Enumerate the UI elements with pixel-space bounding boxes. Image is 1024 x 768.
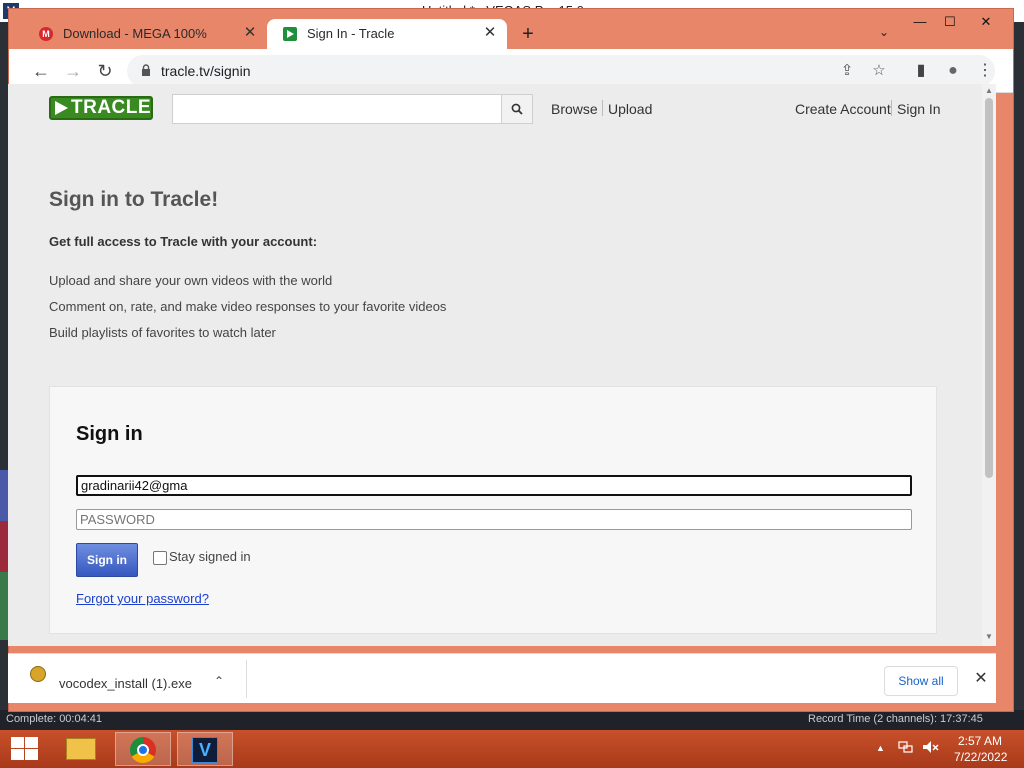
address-bar[interactable]: tracle.tv/signin ⇪ ☆ [127, 55, 995, 87]
tab-tracle-signin[interactable]: Sign In - Tracle ✕ [267, 19, 507, 49]
page-scrollbar[interactable]: ▲ ▼ [982, 84, 996, 646]
feature-item: Upload and share your own videos with th… [49, 273, 333, 288]
windows-logo-pane [25, 749, 38, 760]
vegas-status-bar: Complete: 00:04:41 Record Time (2 channe… [0, 710, 1024, 730]
tab-search-chevron-icon[interactable]: ⌄ [875, 25, 893, 43]
password-field[interactable] [76, 509, 912, 530]
maximize-button[interactable]: ☐ [935, 11, 965, 33]
signin-card-title: Sign in [76, 423, 143, 445]
site-search-input[interactable] [172, 94, 502, 124]
profile-avatar-icon[interactable]: ● [943, 61, 963, 81]
email-field[interactable] [76, 475, 912, 496]
nav-separator [602, 100, 603, 116]
tray-overflow-arrow-icon[interactable]: ▲ [876, 743, 885, 753]
chrome-menu-icon[interactable]: ⋮ [975, 61, 995, 81]
windows-start-button[interactable] [8, 736, 38, 762]
file-explorer-icon [66, 738, 96, 760]
url-text[interactable]: tracle.tv/signin [161, 63, 250, 79]
scroll-up-arrow-icon[interactable]: ▲ [985, 86, 993, 96]
search-icon [511, 103, 523, 115]
tab-close-icon[interactable]: ✕ [481, 24, 499, 42]
windows-logo-pane [11, 749, 24, 760]
show-all-button[interactable]: Show all [884, 666, 958, 696]
nav-sign-in-link[interactable]: Sign In [897, 101, 941, 117]
page-viewport: TRACLE Browse Upload Create Account Sign… [8, 84, 996, 646]
signin-card: Sign in Sign in Stay signed in Forgot yo… [49, 386, 937, 634]
download-file-name[interactable]: vocodex_install (1).exe [59, 676, 192, 691]
chrome-icon [130, 737, 156, 763]
download-divider [246, 660, 247, 698]
reload-icon[interactable]: ↻ [93, 59, 117, 83]
lock-icon [142, 64, 150, 76]
windows-taskbar: V ▲ 2:57 AM 7/22/2022 [0, 730, 1024, 768]
mega-icon: M [39, 27, 53, 41]
download-bar: vocodex_install (1).exe ⌃ Show all ✕ [8, 653, 996, 703]
logo-text: TRACLE [71, 97, 152, 118]
nav-separator [891, 100, 892, 116]
vegas-status-record-time: Record Time (2 channels): 17:37:45 [808, 713, 983, 725]
vegas-icon: V [192, 737, 218, 763]
close-window-button[interactable]: ✕ [971, 11, 1001, 33]
stay-signed-in-checkbox[interactable] [153, 551, 167, 565]
network-icon[interactable] [898, 740, 914, 757]
nav-browse-link[interactable]: Browse [551, 101, 598, 117]
play-icon [55, 101, 68, 115]
back-arrow-icon[interactable]: ← [29, 59, 53, 83]
feature-item: Build playlists of favorites to watch la… [49, 325, 276, 340]
tab-title: Download - MEGA 100% [63, 26, 207, 41]
scrollbar-thumb[interactable] [985, 98, 993, 478]
vegas-status-complete: Complete: 00:04:41 [6, 713, 103, 725]
tab-mega-download[interactable]: M Download - MEGA 100% ✕ [23, 19, 267, 49]
tab-strip: M Download - MEGA 100% ✕ Sign In - Tracl… [9, 9, 1013, 49]
feature-item: Comment on, rate, and make video respons… [49, 299, 447, 314]
clock-date[interactable]: 7/22/2022 [954, 750, 1007, 764]
chevron-up-icon[interactable]: ⌃ [214, 674, 224, 688]
share-icon[interactable]: ⇪ [837, 61, 857, 81]
minimize-button[interactable]: — [905, 11, 935, 33]
volume-muted-icon[interactable] [922, 740, 940, 757]
tracle-play-icon [283, 27, 297, 41]
installer-file-icon [30, 666, 46, 682]
taskbar-vegas[interactable]: V [177, 732, 233, 766]
vegas-track-strip [0, 470, 8, 640]
search-button[interactable] [501, 94, 533, 124]
tracle-logo[interactable]: TRACLE [49, 96, 153, 120]
forgot-password-link[interactable]: Forgot your password? [76, 591, 209, 606]
stay-signed-in-label[interactable]: Stay signed in [169, 549, 251, 564]
tab-close-icon[interactable]: ✕ [241, 24, 259, 42]
new-tab-button[interactable]: + [517, 23, 539, 45]
nav-upload-link[interactable]: Upload [608, 101, 652, 117]
bookmark-star-icon[interactable]: ☆ [869, 61, 889, 81]
clock-time[interactable]: 2:57 AM [958, 734, 1002, 748]
windows-logo-pane [11, 737, 24, 748]
taskbar-chrome[interactable] [115, 732, 171, 766]
page-title: Sign in to Tracle! [49, 188, 219, 211]
tab-title: Sign In - Tracle [307, 26, 395, 41]
close-download-bar-icon[interactable]: ✕ [972, 670, 990, 688]
forward-arrow-icon[interactable]: → [61, 59, 85, 83]
side-panel-icon[interactable]: ▮ [911, 61, 931, 81]
taskbar-file-explorer[interactable] [54, 732, 110, 766]
scroll-down-arrow-icon[interactable]: ▼ [985, 632, 993, 642]
sign-in-button[interactable]: Sign in [76, 543, 138, 577]
nav-create-account-link[interactable]: Create Account [795, 101, 891, 117]
windows-logo-pane [25, 737, 38, 748]
chrome-icon-center [137, 744, 149, 756]
page-subtitle: Get full access to Tracle with your acco… [49, 234, 318, 249]
